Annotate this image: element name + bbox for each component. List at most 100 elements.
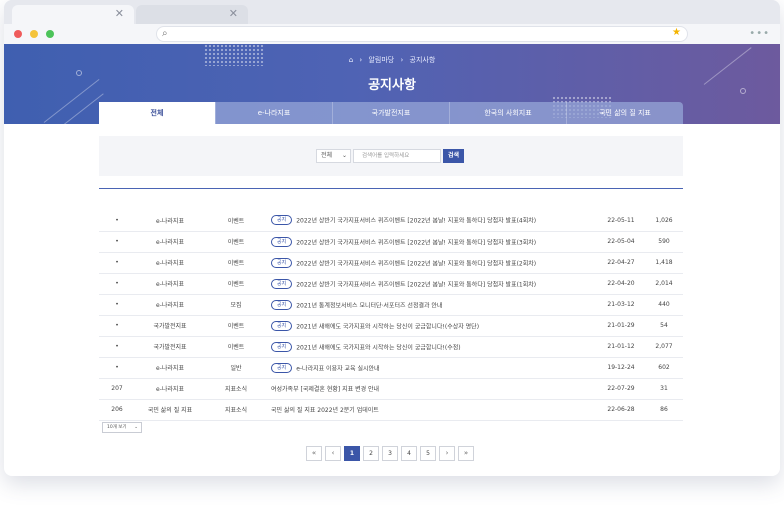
tab-national-development[interactable]: 국가발전지표 [332,102,449,124]
bookmark-star-icon[interactable]: ★ [672,27,681,38]
home-icon[interactable]: ⌂ [349,56,353,64]
page-title: 공지사항 [368,78,416,93]
main-content: 전체 ⌄ 검색어를 입력하세요 검색 • e-나라지표 이벤트 공지 2022년 상반기 … [4,124,780,476]
close-window-dot[interactable] [14,30,22,38]
row-views: 590 [645,231,683,253]
breadcrumb-item[interactable]: 알림마당 [368,56,394,64]
row-views: 440 [645,294,683,316]
search-panel: 전체 ⌄ 검색어를 입력하세요 검색 [99,136,683,176]
row-date: 22-05-11 [597,210,645,232]
minimize-window-dot[interactable] [30,30,38,38]
row-title[interactable]: 공지 2021년 새해에도 국가지표와 시작하는 당신이 궁금합니다!(수정) [267,336,597,358]
notice-badge: 공지 [271,236,293,247]
table-row[interactable]: 206 국민 삶의 질 지표 지표소식 국민 삶의 질 지표 2022년 2분기 업데… [99,399,683,421]
page-size-value: 10개 보기 [107,425,127,430]
row-number: 206 [99,399,135,421]
browser-tab-strip: ✕ ✕ [4,0,780,24]
browser-tab[interactable]: ✕ [136,5,248,24]
row-title-link[interactable]: 2022년 상반기 국가지표서비스 퀴즈이벤트 [2022년 봄날! 지표와 통… [296,281,536,288]
breadcrumb-separator-icon: › [400,56,404,64]
table-row[interactable]: • e-나라지표 이벤트 공지 2022년 상반기 국가지표서비스 퀴즈이벤트 [202… [99,273,683,295]
search-button[interactable]: 검색 [443,149,464,163]
row-title[interactable]: 공지 2021년 새해에도 국가지표와 시작하는 당신이 궁금합니다!(수상자 명… [267,315,597,337]
row-title-link[interactable]: 2021년 통계정보서비스 모니터단·서포터즈 선정결과 안내 [296,302,442,309]
table-row[interactable]: • e-나라지표 이벤트 공지 2022년 상반기 국가지표서비스 퀴즈이벤트 [202… [99,252,683,274]
row-views: 86 [645,399,683,421]
tab-close-icon[interactable]: ✕ [115,7,124,20]
row-category: 이벤트 [205,252,267,274]
search-scope-select[interactable]: 전체 ⌄ [316,149,351,163]
last-page-button[interactable]: » [458,446,474,461]
pagination: « ‹ 1 2 3 4 5 › » [306,446,474,461]
row-site: e-나라지표 [135,357,205,379]
page-button[interactable]: 5 [420,446,436,461]
browser-menu-icon[interactable]: ••• [749,28,770,39]
table-row[interactable]: • 국가발전지표 이벤트 공지 2021년 새해에도 국가지표와 시작하는 당신이 궁금… [99,315,683,337]
tab-all[interactable]: 전체 [99,102,215,124]
table-row[interactable]: • e-나라지표 모집 공지 2021년 통계정보서비스 모니터단·서포터즈 선정결과 … [99,294,683,316]
page-size-select[interactable]: 10개 보기 ⌄ [102,422,142,433]
table-row[interactable]: 207 e-나라지표 지표소식 여성가족부 [국제결혼 현황] 지표 변경 안내 22-… [99,378,683,400]
row-title-link[interactable]: 2021년 새해에도 국가지표와 시작하는 당신이 궁금합니다!(수정) [296,344,460,351]
row-category: 지표소식 [205,399,267,421]
row-category: 모집 [205,294,267,316]
next-page-button[interactable]: › [439,446,455,461]
row-date: 21-01-12 [597,336,645,358]
row-title[interactable]: 국민 삶의 질 지표 2022년 2분기 업데이트 [267,399,597,421]
maximize-window-dot[interactable] [46,30,54,38]
row-date: 21-01-29 [597,315,645,337]
tab-close-icon[interactable]: ✕ [229,7,238,20]
row-number: • [99,315,135,337]
row-category: 이벤트 [205,336,267,358]
prev-page-button[interactable]: ‹ [325,446,341,461]
page-button[interactable]: 2 [363,446,379,461]
browser-tab[interactable]: ✕ [12,5,134,24]
address-bar[interactable]: ⌕ ★ [156,26,688,42]
row-title[interactable]: 여성가족부 [국제결혼 현황] 지표 변경 안내 [267,378,597,400]
row-title[interactable]: 공지 e-나라지표 이용자 교육 실시안내 [267,357,597,379]
table-row[interactable]: • e-나라지표 이벤트 공지 2022년 상반기 국가지표서비스 퀴즈이벤트 [202… [99,231,683,253]
row-number: • [99,210,135,232]
notice-badge: 공지 [271,299,293,310]
row-category: 일반 [205,357,267,379]
search-input[interactable]: 검색어를 입력하세요 [353,149,441,163]
row-title[interactable]: 공지 2022년 상반기 국가지표서비스 퀴즈이벤트 [2022년 봄날! 지표와… [267,252,597,274]
page-button[interactable]: 4 [401,446,417,461]
row-title[interactable]: 공지 2022년 상반기 국가지표서비스 퀴즈이벤트 [2022년 봄날! 지표와… [267,210,597,232]
row-title-link[interactable]: 2021년 새해에도 국가지표와 시작하는 당신이 궁금합니다!(수상자 명단) [296,323,479,330]
notice-badge: 공지 [271,215,293,226]
row-number: • [99,294,135,316]
row-title-link[interactable]: e-나라지표 이용자 교육 실시안내 [296,365,379,372]
search-scope-value: 전체 [321,152,333,159]
tab-e-nara[interactable]: e-나라지표 [215,102,332,124]
row-views: 1,418 [645,252,683,274]
browser-window: ✕ ✕ ⌕ ★ ••• ⌂ › 알림마당 › 공지사항 공지사항 전체 e-나라… [4,0,780,476]
first-page-button[interactable]: « [306,446,322,461]
decor-line [63,93,104,124]
row-site: 국민 삶의 질 지표 [135,399,205,421]
breadcrumb-item[interactable]: 공지사항 [410,56,436,64]
table-row[interactable]: • 국가발전지표 이벤트 공지 2021년 새해에도 국가지표와 시작하는 당신이 궁금… [99,336,683,358]
tab-social-indicators[interactable]: 한국의 사회지표 [449,102,566,124]
row-title-link[interactable]: 2022년 상반기 국가지표서비스 퀴즈이벤트 [2022년 봄날! 지표와 통… [296,239,536,246]
page-button[interactable]: 3 [382,446,398,461]
row-title-link[interactable]: 2022년 상반기 국가지표서비스 퀴즈이벤트 [2022년 봄날! 지표와 통… [296,218,536,225]
row-title-link[interactable]: 여성가족부 [국제결혼 현황] 지표 변경 안내 [271,386,379,393]
row-site: 국가발전지표 [135,315,205,337]
row-title[interactable]: 공지 2022년 상반기 국가지표서비스 퀴즈이벤트 [2022년 봄날! 지표와… [267,231,597,253]
row-title[interactable]: 공지 2021년 통계정보서비스 모니터단·서포터즈 선정결과 안내 [267,294,597,316]
row-title-link[interactable]: 2022년 상반기 국가지표서비스 퀴즈이벤트 [2022년 봄날! 지표와 통… [296,260,536,267]
notice-table: • e-나라지표 이벤트 공지 2022년 상반기 국가지표서비스 퀴즈이벤트 [202… [99,210,683,421]
row-title[interactable]: 공지 2022년 상반기 국가지표서비스 퀴즈이벤트 [2022년 봄날! 지표와… [267,273,597,295]
row-date: 21-03-12 [597,294,645,316]
row-date: 22-06-28 [597,399,645,421]
notice-badge: 공지 [271,278,293,289]
row-title-link[interactable]: 국민 삶의 질 지표 2022년 2분기 업데이트 [271,407,379,414]
row-views: 1,026 [645,210,683,232]
row-number: 207 [99,378,135,400]
table-row[interactable]: • e-나라지표 일반 공지 e-나라지표 이용자 교육 실시안내 19-12-24 602 [99,357,683,379]
table-row[interactable]: • e-나라지표 이벤트 공지 2022년 상반기 국가지표서비스 퀴즈이벤트 [202… [99,210,683,232]
row-number: • [99,336,135,358]
tab-quality-of-life[interactable]: 국민 삶의 질 지표 [566,102,683,124]
page-button[interactable]: 1 [344,446,360,461]
